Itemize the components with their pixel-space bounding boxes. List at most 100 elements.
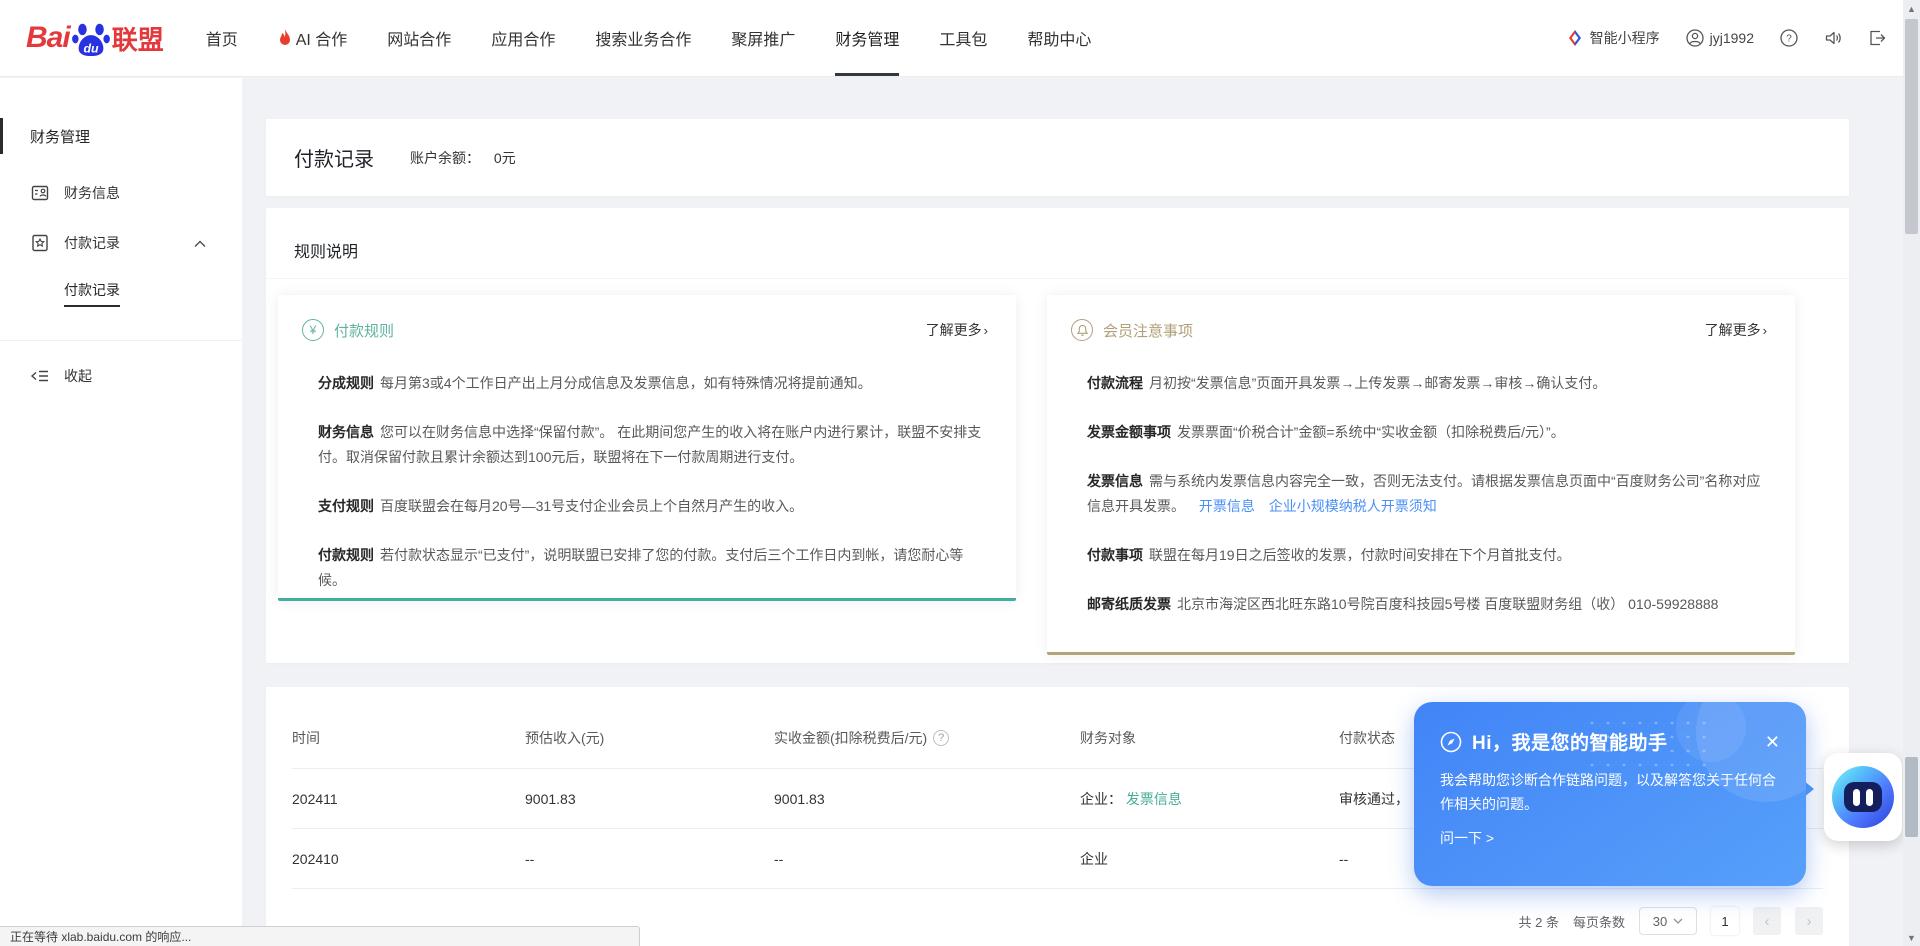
sound-icon[interactable] <box>1824 29 1842 47</box>
rule-item: 财务信息您可以在财务信息中选择“保留付款”。 在此期间您产生的收入将在账户内进行… <box>318 420 986 470</box>
nav-menu: 首页 AI 合作 网站合作 应用合作 搜索业务合作 聚屏推广 财务管理 工具包 … <box>206 0 1132 76</box>
account-balance: 账户余额： 0元 <box>410 148 516 168</box>
svg-text:?: ? <box>1786 34 1792 45</box>
robot-icon <box>1832 766 1894 828</box>
rules-section-title: 规则说明 <box>266 208 1849 279</box>
cell-finance-target: 企业 <box>1080 849 1339 869</box>
cell-received: 9001.83 <box>774 791 1080 807</box>
sidebar-item-finance-info[interactable]: 财务信息 <box>0 168 242 218</box>
collapse-label: 收起 <box>64 366 92 386</box>
col-header-finance-target: 财务对象 <box>1080 728 1339 748</box>
ask-now-link[interactable]: 问一下 > <box>1440 828 1780 848</box>
sidebar-item-label: 付款记录 <box>64 233 120 253</box>
sidebar-item-payment-records[interactable]: 付款记录 <box>0 218 242 268</box>
invoice-info-link[interactable]: 开票信息 <box>1199 498 1255 514</box>
assistant-header: Hi，我是您的智能助手 ✕ <box>1440 728 1780 755</box>
finance-info-icon <box>30 183 50 203</box>
user-account[interactable]: jyj1992 <box>1686 29 1754 47</box>
sidebar-divider <box>0 340 242 341</box>
logo-text-bai: Bai <box>26 21 70 55</box>
close-icon[interactable]: ✕ <box>1765 733 1780 751</box>
payment-rules-card: ¥ 付款规则 了解更多› 分成规则每月第3或4个工作日产出上月分成信息及发票信息… <box>278 295 1016 601</box>
page-header-card: 付款记录 账户余额： 0元 <box>266 119 1849 196</box>
collapse-icon <box>30 366 50 386</box>
help-icon[interactable]: ? <box>1780 29 1798 47</box>
next-page-button[interactable]: › <box>1795 907 1823 935</box>
rule-item: 分成规则每月第3或4个工作日产出上月分成信息及发票信息，如有特殊情况将提前通知。 <box>318 371 986 396</box>
balance-value: 0元 <box>494 150 516 166</box>
info-tooltip-icon[interactable]: ? <box>933 730 949 746</box>
rules-card: 规则说明 ¥ 付款规则 了解更多› 分成规则每月第3或4个工作日产出上月分成信息… <box>266 208 1849 663</box>
chevron-right-icon: › <box>984 323 988 338</box>
logo-text-union: 联盟 <box>112 20 164 57</box>
assistant-message: 我会帮助您诊断合作链路问题，以及解答您关于任何合作相关的问题。 <box>1440 768 1780 816</box>
member-notice-body: 付款流程月初按“发票信息”页面开具发票→上传发票→邮寄发票→审核→确认支付。 发… <box>1047 341 1795 617</box>
small-taxpayer-guide-link[interactable]: 企业小规模纳税人开票须知 <box>1269 498 1437 514</box>
compass-icon <box>1440 731 1462 753</box>
sidebar-active-indicator <box>0 118 3 154</box>
scrollbar-thumb[interactable] <box>1905 19 1918 234</box>
member-notice-card: 会员注意事项 了解更多› 付款流程月初按“发票信息”页面开具发票→上传发票→邮寄… <box>1047 295 1795 655</box>
nav-item-toolkit[interactable]: 工具包 <box>939 0 987 76</box>
user-icon <box>1686 29 1704 47</box>
total-count: 共 2 条 <box>1519 912 1559 931</box>
invoice-info-table-link[interactable]: 发票信息 <box>1126 791 1182 807</box>
scroll-down-arrow[interactable]: ▼ <box>1903 929 1920 946</box>
nav-item-website[interactable]: 网站合作 <box>387 0 451 76</box>
col-header-estimated: 预估收入(元) <box>525 728 774 748</box>
sidebar-subitem-payment-records[interactable]: 付款记录 <box>0 268 242 318</box>
notice-item: 付款流程月初按“发票信息”页面开具发票→上传发票→邮寄发票→审核→确认支付。 <box>1087 371 1765 396</box>
sidebar-item-label: 财务信息 <box>64 183 120 203</box>
payment-rules-body: 分成规则每月第3或4个工作日产出上月分成信息及发票信息，如有特殊情况将提前通知。… <box>278 341 1016 593</box>
notice-item: 付款事项联盟在每月19日之后签收的发票，付款时间安排在下个月首批支付。 <box>1087 543 1765 568</box>
assistant-popup: Hi，我是您的智能助手 ✕ 我会帮助您诊断合作链路问题，以及解答您关于任何合作相… <box>1414 702 1806 886</box>
cell-period: 202411 <box>292 791 525 807</box>
cell-period: 202410 <box>292 851 525 867</box>
member-notice-title: 会员注意事项 <box>1103 320 1193 341</box>
payment-rules-title: 付款规则 <box>334 320 394 341</box>
nav-item-juping[interactable]: 聚屏推广 <box>731 0 795 76</box>
nav-item-ai[interactable]: AI 合作 <box>278 0 348 76</box>
scroll-up-arrow[interactable]: ▲ <box>1903 0 1920 17</box>
sidebar-collapse-button[interactable]: 收起 <box>0 349 242 403</box>
scrollbar-secondary-thumb <box>1905 757 1918 837</box>
nav-item-app[interactable]: 应用合作 <box>491 0 555 76</box>
cell-estimated: 9001.83 <box>525 791 774 807</box>
chevron-right-icon: › <box>1763 323 1767 338</box>
rules-row: ¥ 付款规则 了解更多› 分成规则每月第3或4个工作日产出上月分成信息及发票信息… <box>266 279 1849 655</box>
cell-finance-target: 企业： 发票信息 <box>1080 789 1339 809</box>
prev-page-button[interactable]: ‹ <box>1753 907 1781 935</box>
flame-icon <box>278 29 292 47</box>
page-title: 付款记录 <box>294 143 374 172</box>
assistant-avatar-button[interactable] <box>1824 753 1902 841</box>
bell-icon <box>1071 319 1093 341</box>
nav-item-help-center[interactable]: 帮助中心 <box>1027 0 1091 76</box>
nav-item-finance[interactable]: 财务管理 <box>835 0 899 76</box>
col-header-received: 实收金额(扣除税费后/元) ? <box>774 728 1080 748</box>
learn-more-link-right[interactable]: 了解更多› <box>1705 320 1767 340</box>
sidebar: 财务管理 财务信息 付款记录 付款记录 收起 <box>0 78 242 946</box>
chevron-down-icon <box>1673 918 1683 924</box>
col-header-time: 时间 <box>292 728 525 748</box>
learn-more-link-left[interactable]: 了解更多› <box>926 320 988 340</box>
notice-item: 发票信息需与系统内发票信息内容完全一致，否则无法支付。请根据发票信息页面中“百度… <box>1087 469 1765 519</box>
topbar-right: 智能小程序 jyj1992 ? <box>1566 28 1886 48</box>
cell-received: -- <box>774 851 1080 867</box>
payment-records-icon <box>30 233 50 253</box>
baidu-paw-icon: du <box>72 19 110 57</box>
miniapp-diamond-icon <box>1566 29 1584 47</box>
per-page-label: 每页条数 <box>1573 912 1625 931</box>
logout-icon[interactable] <box>1868 29 1886 47</box>
rule-item: 付款规则若付款状态显示“已支付”，说明联盟已安排了您的付款。支付后三个工作日内到… <box>318 543 986 593</box>
sidebar-section-finance[interactable]: 财务管理 <box>0 104 242 168</box>
page-number-button[interactable]: 1 <box>1711 907 1739 935</box>
payment-rules-header: ¥ 付款规则 了解更多› <box>278 295 1016 341</box>
scrollbar[interactable]: ▲ ▼ <box>1903 0 1920 946</box>
nav-item-home[interactable]: 首页 <box>206 0 238 76</box>
per-page-select[interactable]: 30 <box>1639 907 1697 935</box>
svg-text:du: du <box>83 41 99 55</box>
miniapp-entry[interactable]: 智能小程序 <box>1566 28 1660 48</box>
chevron-up-icon[interactable] <box>194 235 206 251</box>
nav-item-search-business[interactable]: 搜索业务合作 <box>595 0 691 76</box>
baidu-union-logo[interactable]: Bai du 联盟 <box>26 19 164 57</box>
